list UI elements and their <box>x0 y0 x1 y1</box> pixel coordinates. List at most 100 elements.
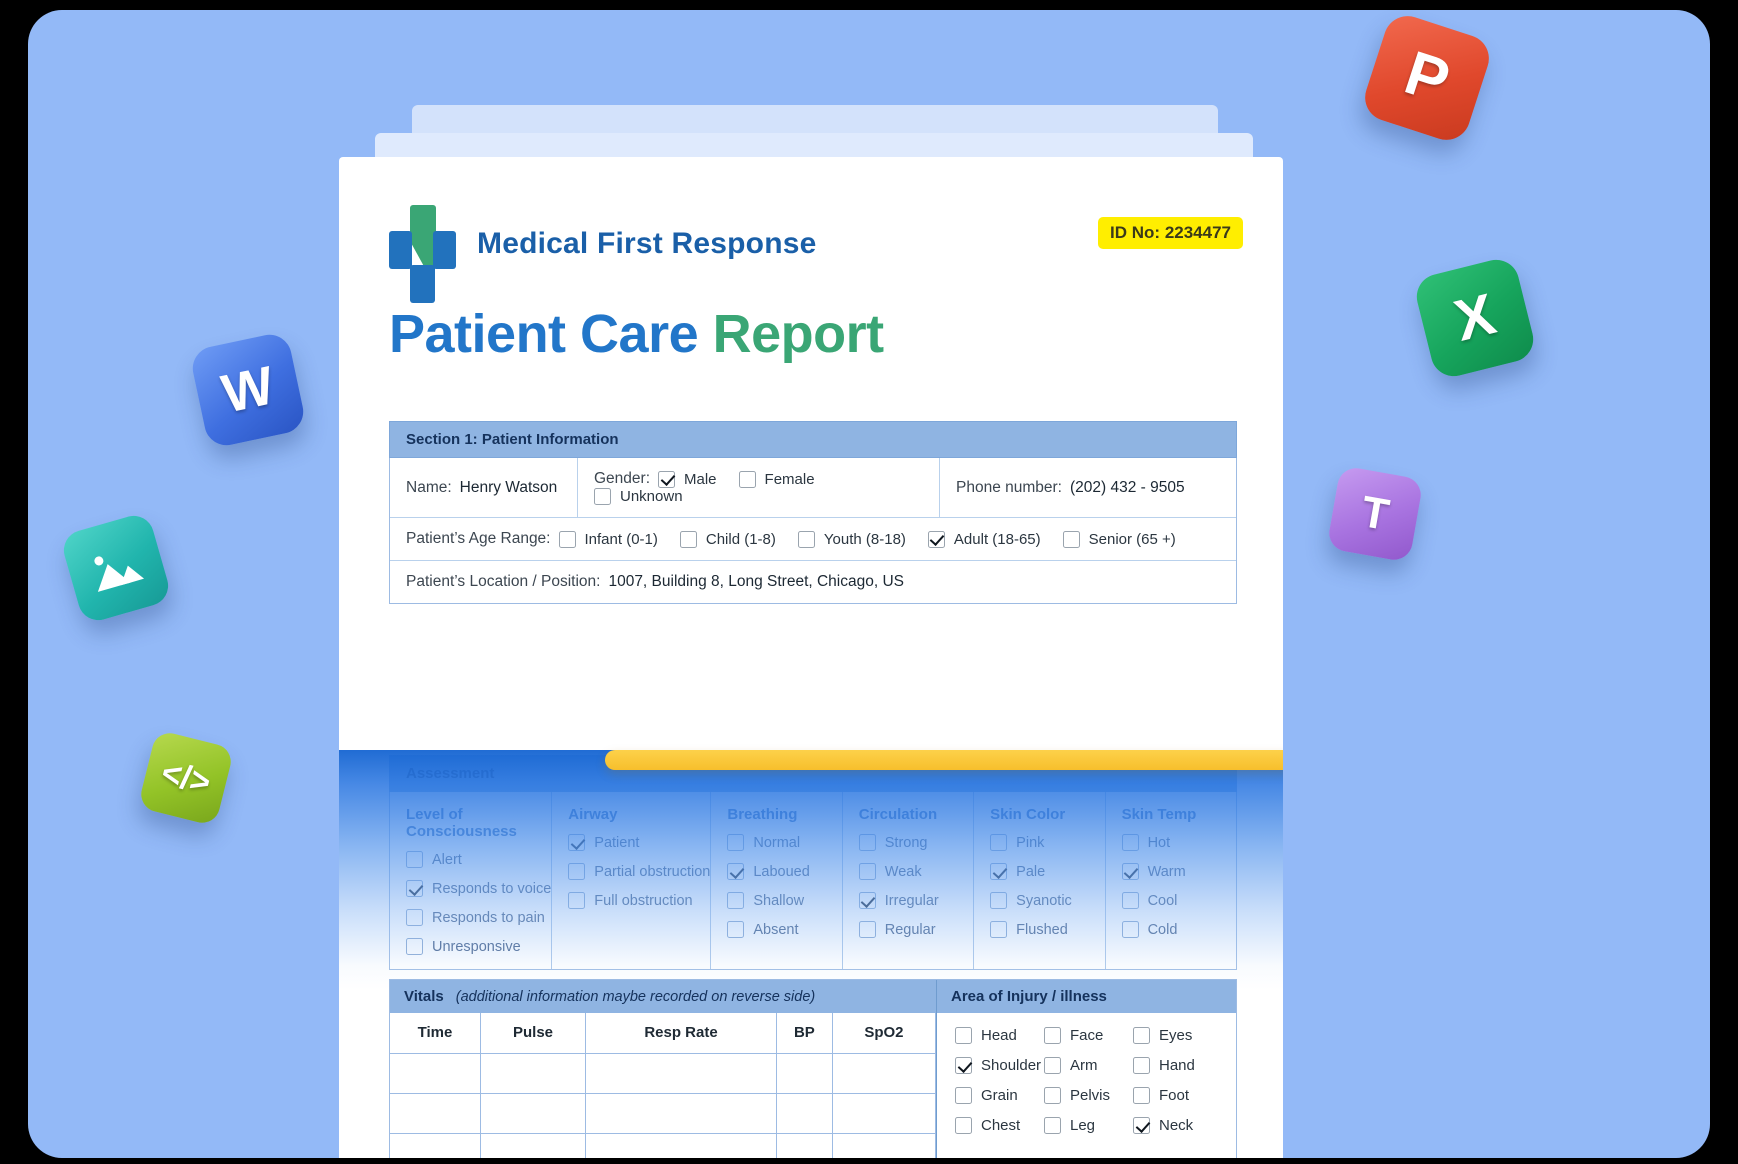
airway-checkbox-patient[interactable]: Patient <box>568 834 710 851</box>
skin-temp-checkbox-hot[interactable]: Hot <box>1121 834 1236 851</box>
circulation-checkbox-weak[interactable]: Weak <box>858 863 973 880</box>
injury-checkbox-shoulder[interactable]: Shoulder <box>955 1057 1044 1074</box>
checkbox-icon <box>858 921 876 938</box>
vitals-cell[interactable] <box>775 1092 833 1134</box>
injury-checkbox-neck[interactable]: Neck <box>1133 1117 1222 1134</box>
injury-checkbox-foot[interactable]: Foot <box>1133 1087 1222 1104</box>
name-field[interactable]: Name: Henry Watson <box>390 458 578 517</box>
vitals-cell[interactable] <box>479 1052 587 1094</box>
checkbox-icon <box>406 909 423 926</box>
age-range-row: Patient’s Age Range: Infant (0-1) Child … <box>390 517 1236 560</box>
checkbox-icon <box>858 834 876 851</box>
injury-checkbox-face[interactable]: Face <box>1044 1027 1133 1044</box>
loc-checkbox-alert[interactable]: Alert <box>406 851 551 868</box>
vitals-cell[interactable] <box>831 1092 937 1134</box>
injury-row: Shoulder Arm Hand <box>955 1057 1222 1074</box>
option-label: Full obstruction <box>594 892 693 909</box>
skin-temp-checkbox-warm[interactable]: Warm <box>1121 863 1236 880</box>
option-label: Weak <box>884 863 922 880</box>
vitals-cell[interactable] <box>585 1052 777 1094</box>
skin-color-checkbox-flushed[interactable]: Flushed <box>990 921 1104 938</box>
powerpoint-icon: P <box>1358 10 1496 147</box>
injury-checkbox-arm[interactable]: Arm <box>1044 1057 1133 1074</box>
checkbox-icon <box>990 834 1008 851</box>
airway-checkbox-partial-obstruction[interactable]: Partial obstruction <box>568 863 710 880</box>
vitals-cell[interactable] <box>585 1092 777 1134</box>
vitals-cell[interactable] <box>479 1132 587 1158</box>
checkbox-icon <box>1044 1117 1061 1134</box>
breathing-checkbox-shallow[interactable]: Shallow <box>727 892 841 909</box>
vitals-cell[interactable] <box>479 1092 587 1134</box>
age-checkbox-senior[interactable]: Senior (65 +) <box>1062 530 1176 548</box>
age-option-label: Adult (18-65) <box>953 530 1041 548</box>
injury-checkbox-chest[interactable]: Chest <box>955 1117 1044 1134</box>
age-checkbox-adult[interactable]: Adult (18-65) <box>927 530 1041 548</box>
gender-checkbox-female[interactable]: Female <box>738 470 815 488</box>
location-value: 1007, Building 8, Long Street, Chicago, … <box>608 573 905 590</box>
loc-checkbox-unresponsive[interactable]: Unresponsive <box>406 938 551 955</box>
circulation-checkbox-irregular[interactable]: Irregular <box>858 892 973 909</box>
vitals-and-injury-section: Vitals (additional information maybe rec… <box>389 979 1237 1158</box>
injury-label: Foot <box>1159 1087 1190 1104</box>
vitals-cell[interactable] <box>390 1052 481 1094</box>
option-label: Cold <box>1147 921 1178 938</box>
injury-checkbox-leg[interactable]: Leg <box>1044 1117 1133 1134</box>
skin-color-checkbox-pink[interactable]: Pink <box>990 834 1104 851</box>
breathing-checkbox-laboued[interactable]: Laboued <box>727 863 841 880</box>
age-checkbox-youth[interactable]: Youth (8-18) <box>797 530 906 548</box>
vitals-cell[interactable] <box>831 1052 937 1094</box>
image-icon <box>59 511 173 625</box>
document-header: Medical First Response Patient Care Repo… <box>339 157 1283 365</box>
vitals-header-row: Time Pulse Resp Rate BP SpO2 <box>390 1013 937 1054</box>
assessment-grid: Level of Consciousness Alert Responds to… <box>389 792 1237 970</box>
option-label: Irregular <box>884 892 939 909</box>
vitals-cell[interactable] <box>775 1052 833 1094</box>
injury-checkbox-head[interactable]: Head <box>955 1027 1044 1044</box>
airway-checkbox-full-obstruction[interactable]: Full obstruction <box>568 892 710 909</box>
section-1-patient-information: Section 1: Patient Information Name: Hen… <box>389 421 1237 604</box>
checkbox-icon <box>568 834 586 851</box>
checkbox-icon <box>727 863 745 880</box>
code-icon: </> <box>137 729 235 827</box>
loc-checkbox-responds-to-pain[interactable]: Responds to pain <box>406 909 551 926</box>
skin-color-checkbox-pale[interactable]: Pale <box>990 863 1104 880</box>
option-label: Hot <box>1147 834 1171 851</box>
breathing-checkbox-absent[interactable]: Absent <box>727 921 841 938</box>
option-label: Partial obstruction <box>594 863 711 880</box>
checkbox-icon <box>727 892 745 909</box>
age-checkbox-infant[interactable]: Infant (0-1) <box>558 530 658 548</box>
checkbox-icon <box>406 938 423 955</box>
checkbox-icon <box>990 863 1008 880</box>
vitals-cell[interactable] <box>390 1132 481 1158</box>
age-checkbox-child[interactable]: Child (1-8) <box>679 530 776 548</box>
phone-field[interactable]: Phone number: (202) 432 - 9505 <box>940 458 1236 517</box>
checkbox-icon <box>858 892 876 909</box>
injury-checkbox-pelvis[interactable]: Pelvis <box>1044 1087 1133 1104</box>
injury-checkbox-eyes[interactable]: Eyes <box>1133 1027 1222 1044</box>
vitals-cell[interactable] <box>775 1132 833 1158</box>
gender-checkbox-unknown[interactable]: Unknown <box>594 488 683 505</box>
skin-temp-checkbox-cool[interactable]: Cool <box>1121 892 1236 909</box>
checkbox-icon <box>738 470 756 488</box>
breathing-checkbox-normal[interactable]: Normal <box>727 834 841 851</box>
circulation-checkbox-strong[interactable]: Strong <box>858 834 973 851</box>
circulation-checkbox-regular[interactable]: Regular <box>858 921 973 938</box>
vitals-cell[interactable] <box>831 1132 937 1158</box>
vitals-cell[interactable] <box>390 1092 481 1134</box>
injury-label: Pelvis <box>1070 1087 1111 1104</box>
assessment-column-title: Circulation <box>858 806 938 823</box>
table-row <box>390 1092 937 1134</box>
skin-color-checkbox-syanotic[interactable]: Syanotic <box>990 892 1104 909</box>
injury-checkbox-grain[interactable]: Grain <box>955 1087 1044 1104</box>
option-label: Flushed <box>1016 921 1068 938</box>
gender-checkbox-male[interactable]: Male <box>658 470 717 488</box>
age-option-label: Child (1-8) <box>705 530 776 548</box>
vitals-cell[interactable] <box>585 1132 777 1158</box>
location-field[interactable]: Patient’s Location / Position: 1007, Bui… <box>390 561 1236 603</box>
checkbox-icon <box>568 863 586 880</box>
injury-checkbox-hand[interactable]: Hand <box>1133 1057 1222 1074</box>
checkbox-icon <box>1062 530 1080 548</box>
assessment-column-title: Level of Consciousness <box>406 806 517 840</box>
skin-temp-checkbox-cold[interactable]: Cold <box>1121 921 1236 938</box>
loc-checkbox-responds-to-voice[interactable]: Responds to voice <box>406 880 551 897</box>
